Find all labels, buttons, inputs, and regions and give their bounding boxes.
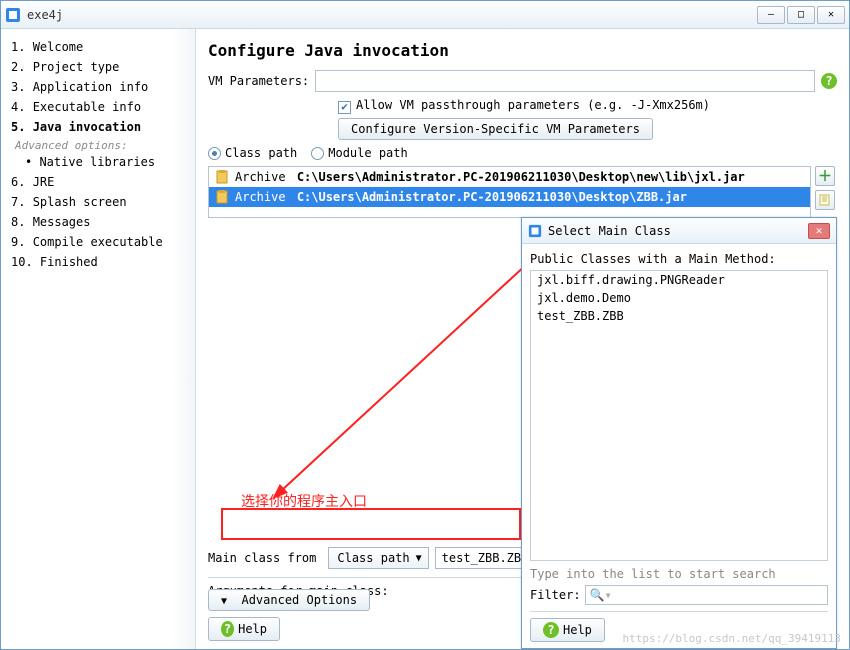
help-icon: ? xyxy=(543,622,559,638)
red-highlight-main-class xyxy=(221,508,521,540)
window-buttons: — □ ✕ xyxy=(757,6,845,24)
window-title: exe4j xyxy=(27,8,757,22)
radio-modulepath[interactable] xyxy=(311,147,324,160)
passthrough-label: Allow VM passthrough parameters (e.g. -J… xyxy=(356,98,710,112)
archive-label-0: Archive xyxy=(235,170,286,184)
title-bar: exe4j — □ ✕ xyxy=(1,1,849,29)
help-icon: ? xyxy=(221,621,234,637)
archive-path-1: C:\Users\Administrator.PC-201906211030\D… xyxy=(297,190,687,204)
jar-icon xyxy=(215,170,229,184)
bottom-buttons: ▼ Advanced Options ? Help xyxy=(208,589,370,641)
chevron-down-icon: ▼ xyxy=(416,553,422,564)
archive-row-0[interactable]: Archive C:\Users\Administrator.PC-201906… xyxy=(209,167,810,187)
edit-archive-button[interactable] xyxy=(815,190,835,210)
advanced-options-button[interactable]: ▼ Advanced Options xyxy=(208,589,370,611)
radio-classpath-wrap[interactable]: Class path xyxy=(208,146,297,160)
radio-modulepath-wrap[interactable]: Module path xyxy=(311,146,407,160)
radio-classpath[interactable] xyxy=(208,147,221,160)
main-class-label: Main class from xyxy=(208,551,316,565)
dialog-hint: Type into the list to start search xyxy=(530,567,828,581)
step-app-info[interactable]: 3. Application info xyxy=(11,77,187,97)
step-java-invocation[interactable]: 5. Java invocation xyxy=(11,117,187,137)
archive-side-buttons: ＋ xyxy=(815,166,835,210)
radio-modulepath-label: Module path xyxy=(328,146,407,160)
jar-icon xyxy=(215,190,229,204)
archive-row-1[interactable]: Archive C:\Users\Administrator.PC-201906… xyxy=(209,187,810,207)
app-icon xyxy=(5,7,21,23)
vm-params-label: VM Parameters: xyxy=(208,74,309,88)
archive-path-0: C:\Users\Administrator.PC-201906211030\D… xyxy=(297,170,745,184)
step-project-type[interactable]: 2. Project type xyxy=(11,57,187,77)
add-archive-button[interactable]: ＋ xyxy=(815,166,835,186)
minimize-button[interactable]: — xyxy=(757,6,785,24)
step-exec-info[interactable]: 4. Executable info xyxy=(11,97,187,117)
archive-label-1: Archive xyxy=(235,190,286,204)
brand-watermark: exe4j xyxy=(0,497,1,649)
archive-area: Archive C:\Users\Administrator.PC-201906… xyxy=(208,166,811,218)
dialog-title-bar: Select Main Class ✕ xyxy=(522,218,836,244)
configure-vm-row: Configure Version-Specific VM Parameters xyxy=(338,118,837,140)
select-main-class-dialog: Select Main Class ✕ Public Classes with … xyxy=(521,217,837,649)
main-class-source-dropdown[interactable]: Class path ▼ xyxy=(328,547,428,569)
chevron-down-icon: ▼ xyxy=(221,596,227,607)
vm-params-row: VM Parameters: ? xyxy=(208,70,837,92)
step-welcome[interactable]: 1. Welcome xyxy=(11,37,187,57)
class-row-0[interactable]: jxl.biff.drawing.PNGReader xyxy=(531,271,827,289)
archive-list[interactable]: Archive C:\Users\Administrator.PC-201906… xyxy=(208,166,811,218)
filter-row: Filter: 🔍▾ xyxy=(530,585,828,605)
step-messages[interactable]: 8. Messages xyxy=(11,212,187,232)
app-icon xyxy=(528,224,542,238)
filter-input[interactable]: 🔍▾ xyxy=(585,585,828,605)
configure-vm-button[interactable]: Configure Version-Specific VM Parameters xyxy=(338,118,653,140)
maximize-button[interactable]: □ xyxy=(787,6,815,24)
help-button[interactable]: ? Help xyxy=(208,617,280,641)
class-row-1[interactable]: jxl.demo.Demo xyxy=(531,289,827,307)
page-title: Configure Java invocation xyxy=(208,41,837,60)
close-button[interactable]: ✕ xyxy=(817,6,845,24)
advanced-options-label: Advanced options: xyxy=(15,139,187,152)
sidebar: 1. Welcome 2. Project type 3. Applicatio… xyxy=(1,29,196,649)
passthrough-checkbox[interactable] xyxy=(338,101,351,114)
dropdown-value: Class path xyxy=(337,551,409,565)
main-class-value: test_ZBB.ZBB xyxy=(442,551,529,565)
class-list[interactable]: jxl.biff.drawing.PNGReader jxl.demo.Demo… xyxy=(530,270,828,561)
passthrough-row: Allow VM passthrough parameters (e.g. -J… xyxy=(338,98,837,112)
radio-classpath-label: Class path xyxy=(225,146,297,160)
dialog-title: Select Main Class xyxy=(548,224,671,238)
filter-label: Filter: xyxy=(530,588,581,602)
dialog-subtitle: Public Classes with a Main Method: xyxy=(530,252,828,266)
step-splash[interactable]: 7. Splash screen xyxy=(11,192,187,212)
sidebar-item-native-libs[interactable]: Native libraries xyxy=(25,152,187,172)
path-radio-row: Class path Module path xyxy=(208,146,837,160)
step-finished[interactable]: 10. Finished xyxy=(11,252,187,272)
dialog-body: Public Classes with a Main Method: jxl.b… xyxy=(522,244,836,648)
step-jre[interactable]: 6. JRE xyxy=(11,172,187,192)
class-row-2[interactable]: test_ZBB.ZBB xyxy=(531,307,827,325)
vm-params-input[interactable] xyxy=(315,70,815,92)
dialog-close-button[interactable]: ✕ xyxy=(808,223,830,239)
app-window: exe4j — □ ✕ 1. Welcome 2. Project type 3… xyxy=(0,0,850,650)
search-icon: 🔍▾ xyxy=(590,588,612,602)
watermark: https://blog.csdn.net/qq_39419113 xyxy=(622,632,841,645)
help-icon[interactable]: ? xyxy=(821,73,837,89)
dialog-help-button[interactable]: ? Help xyxy=(530,618,605,642)
step-compile[interactable]: 9. Compile executable xyxy=(11,232,187,252)
